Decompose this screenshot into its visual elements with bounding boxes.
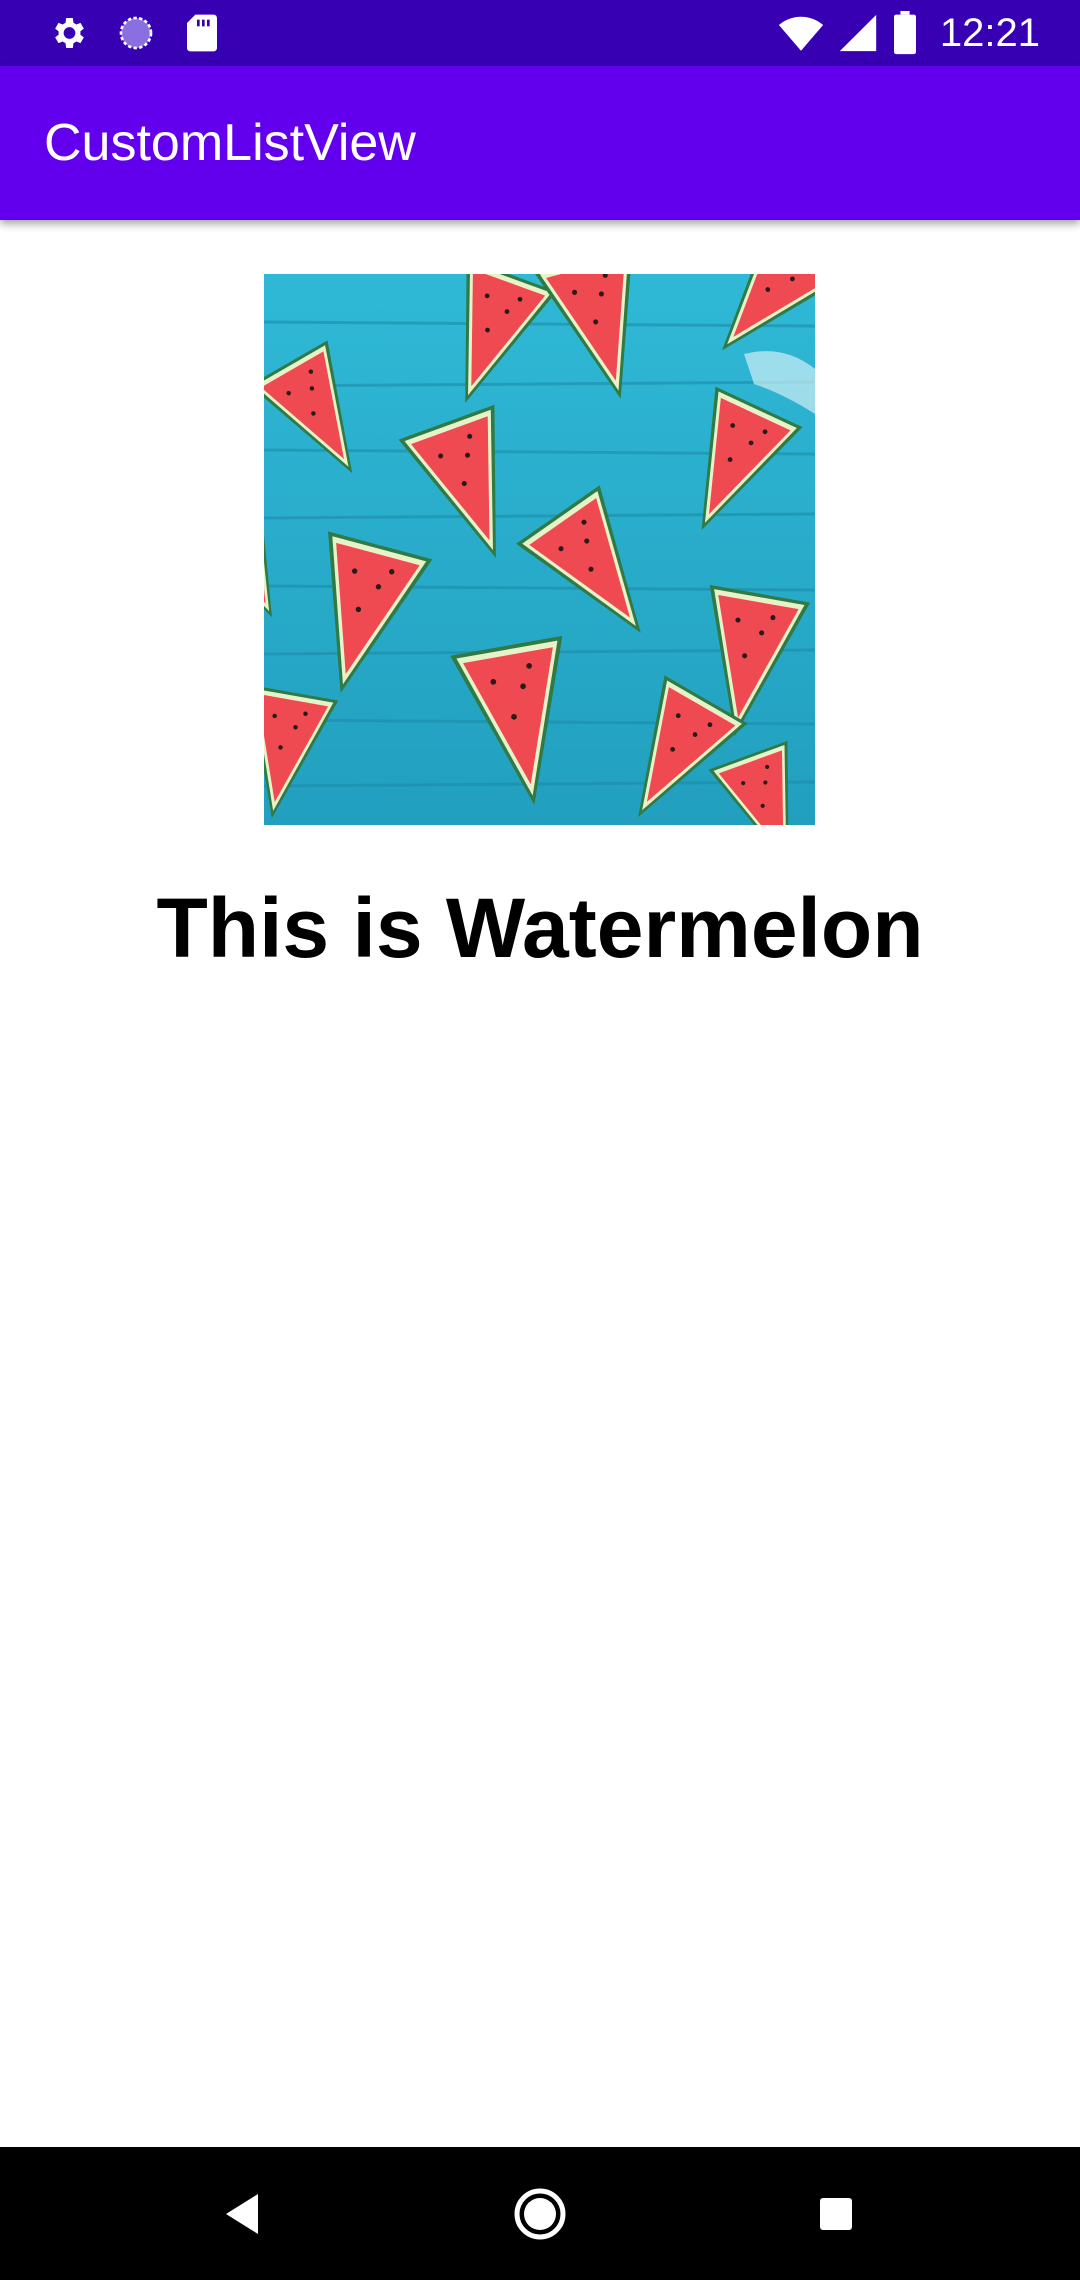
recents-icon	[818, 2196, 854, 2232]
status-bar: 12:21	[0, 0, 1080, 66]
home-button[interactable]	[470, 2147, 610, 2280]
battery-icon	[892, 11, 918, 55]
item-caption: This is Watermelon	[156, 881, 924, 975]
screen: 12:21 CustomListView This is Watermelon	[0, 0, 1080, 2280]
watermelon-image	[264, 274, 815, 825]
clock: 12:21	[939, 10, 1040, 55]
nav-bar	[0, 2147, 1080, 2280]
recents-button[interactable]	[766, 2147, 906, 2280]
wifi-icon	[778, 13, 824, 53]
sd-card-icon	[184, 13, 220, 53]
home-icon	[513, 2187, 567, 2241]
app-bar: CustomListView	[0, 66, 1080, 220]
back-button[interactable]	[172, 2147, 312, 2280]
back-icon	[222, 2192, 262, 2236]
cell-signal-icon	[838, 13, 878, 53]
app-title: CustomListView	[44, 114, 416, 172]
sync-icon	[116, 13, 156, 53]
detail-content: This is Watermelon	[0, 220, 1080, 2147]
status-icons-right: 12:21	[778, 0, 1040, 66]
settings-icon	[48, 13, 88, 53]
status-icons-left	[48, 0, 220, 66]
